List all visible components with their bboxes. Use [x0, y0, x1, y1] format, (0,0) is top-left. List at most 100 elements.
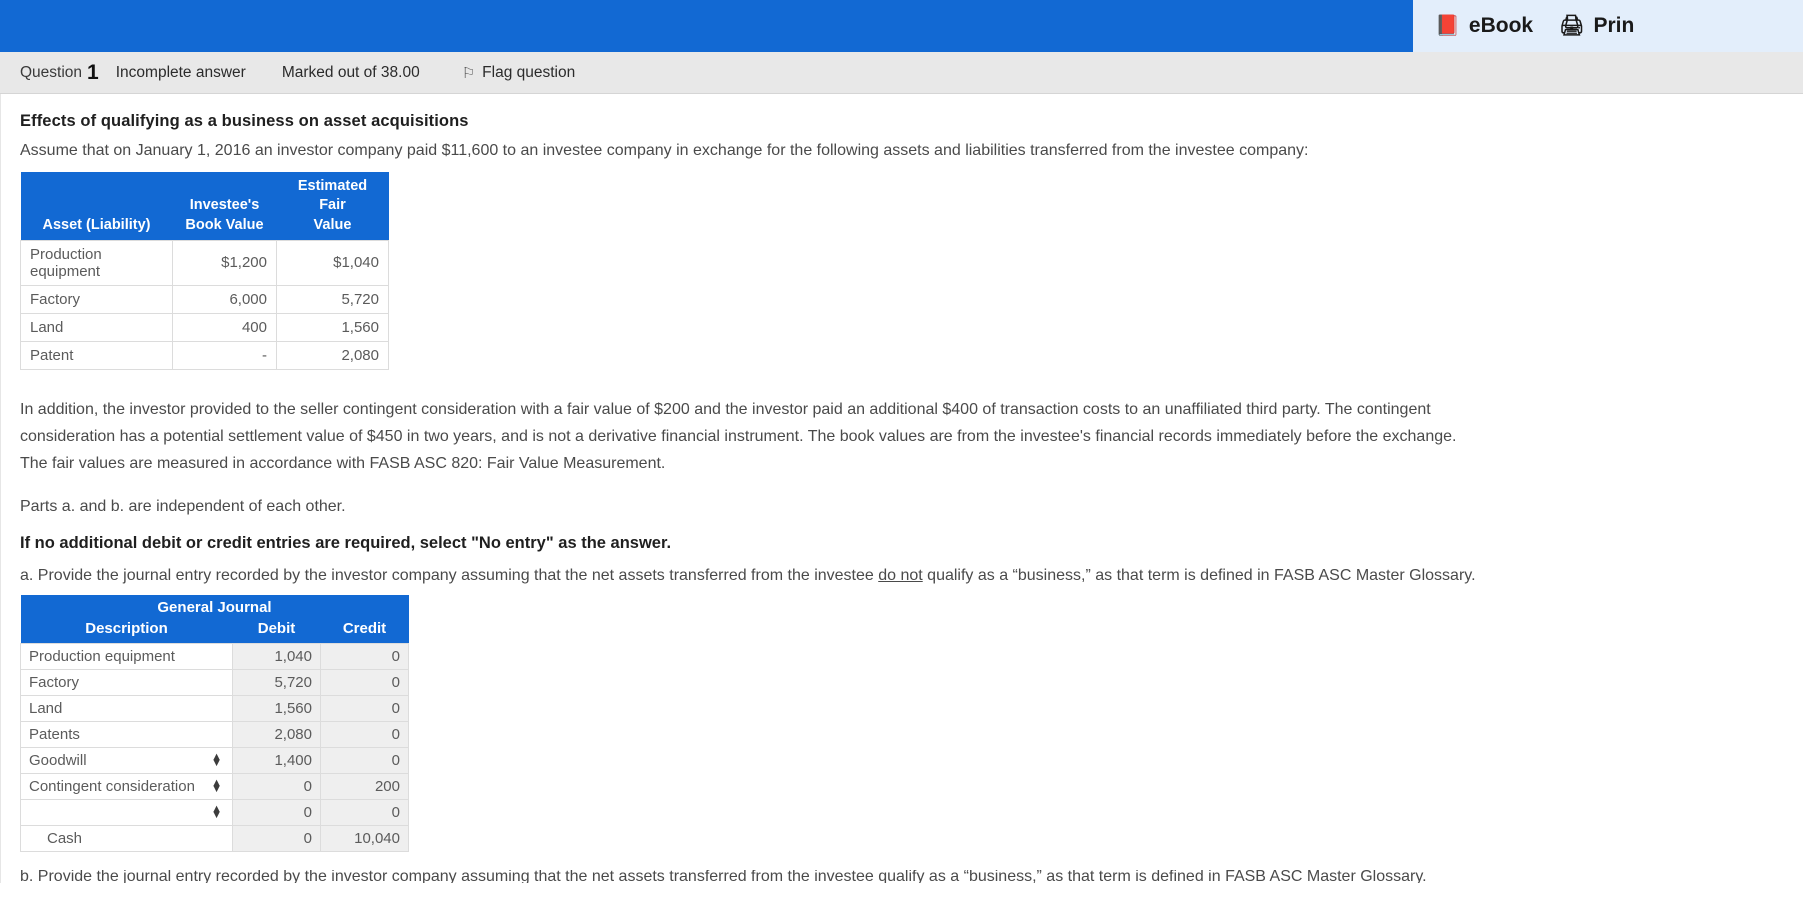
journal-description-cell: Production equipment: [20, 642, 233, 670]
journal-credit-cell[interactable]: 0: [320, 668, 409, 696]
facts-header-book-value: Investee's Book Value: [172, 172, 277, 241]
journal-debit-cell[interactable]: 2,080: [232, 720, 321, 748]
facts-header-book-value-line2: Book Value: [185, 216, 264, 233]
journal-debit-cell[interactable]: 1,400: [232, 746, 321, 774]
journal-credit-cell[interactable]: 0: [320, 746, 409, 774]
additional-info-line-3: The fair values are measured in accordan…: [20, 454, 666, 472]
journal-body: Production equipment 1,040 0 Factory 5,720 0 L…: [20, 642, 409, 852]
journal-debit-cell[interactable]: 0: [232, 824, 321, 852]
journal-credit-cell[interactable]: 200: [320, 772, 409, 800]
journal-header-description: Description: [20, 617, 233, 644]
part-a-prompt: a. Provide the journal entry recorded by…: [20, 567, 1781, 585]
additional-info-line-2: consideration has a potential settlement…: [20, 427, 1457, 445]
journal-description-cell: Land: [20, 694, 233, 722]
facts-fair-value-cell: 2,080: [276, 340, 389, 370]
journal-title-row: General Journal: [20, 594, 409, 618]
facts-fair-value-cell: 5,720: [276, 284, 389, 314]
select-updown-icon[interactable]: ▲ ▼: [211, 804, 222, 821]
table-row: ▲ ▼ 0 0: [20, 798, 409, 826]
table-row: Production equipment $1,200 $1,040: [20, 239, 389, 286]
select-updown-icon[interactable]: ▲ ▼: [211, 778, 222, 795]
journal-description-cell: Factory: [20, 668, 233, 696]
printer-icon: 🖨: [1559, 15, 1585, 37]
facts-book-value-cell: -: [172, 340, 277, 370]
journal-header-credit: Credit: [320, 617, 409, 644]
marks-label: Marked out of 38.00: [281, 63, 420, 81]
flag-icon: ⚐: [461, 64, 476, 82]
table-row: Cash 0 10,040: [20, 824, 409, 852]
additional-info-line-1: In addition, the investor provided to th…: [20, 400, 1431, 418]
table-row: Patents 2,080 0: [20, 720, 409, 748]
asset-fair-value-table: Asset (Liability) Investee's Book Value …: [20, 172, 389, 370]
facts-book-value-cell: 6,000: [172, 284, 277, 314]
facts-header-asset: Asset (Liability): [20, 172, 173, 241]
independence-note: Parts a. and b. are independent of each …: [20, 497, 346, 515]
part-a-text-post: qualify as a “business,” as that term is…: [922, 566, 1476, 584]
journal-credit-cell[interactable]: 0: [320, 798, 409, 826]
table-row: Goodwill ▲ ▼ 1,400 0: [20, 746, 409, 774]
journal-description-cell: Patents: [20, 720, 233, 748]
select-updown-icon[interactable]: ▲ ▼: [211, 752, 222, 769]
facts-body: Production equipment $1,200 $1,040 Factory 6…: [20, 239, 389, 370]
facts-asset-cell: Production equipment: [20, 239, 173, 286]
facts-asset-cell: Land: [20, 312, 173, 342]
account-select[interactable]: Contingent consideration ▲ ▼: [20, 772, 233, 800]
top-toolbar: 📕 eBook 🖨 Prin: [0, 0, 1803, 52]
journal-debit-cell[interactable]: 0: [232, 772, 321, 800]
account-select-value: Contingent consideration: [29, 777, 195, 795]
question-number: 1: [87, 60, 99, 84]
part-a-text-pre: a. Provide the journal entry recorded by…: [20, 566, 879, 584]
facts-header-fair-value: Estimated Fair Value: [276, 172, 389, 241]
flag-question-button[interactable]: ⚐ Flag question: [462, 64, 576, 82]
table-row: Land 400 1,560: [20, 312, 389, 342]
no-entry-instruction: If no additional debit or credit entries…: [20, 533, 672, 552]
journal-debit-cell[interactable]: 1,040: [232, 642, 321, 670]
facts-fair-value-cell: $1,040: [276, 239, 389, 286]
journal-credit-cell[interactable]: 0: [320, 720, 409, 748]
table-row: Patent -2,080: [20, 340, 389, 370]
journal-credit-cell[interactable]: 0: [320, 694, 409, 722]
journal-header-row: Description Debit Credit: [20, 617, 409, 644]
print-label: Prin: [1593, 14, 1635, 37]
table-row: Factory 6,000 5,720: [20, 284, 389, 314]
account-select[interactable]: Goodwill ▲ ▼: [20, 746, 233, 774]
question-status-bar: Question 1 Incomplete answer Marked out …: [0, 52, 1803, 94]
journal-credit-cell[interactable]: 10,040: [320, 824, 409, 852]
part-a-emphasis: do not: [878, 566, 923, 584]
table-row: Contingent consideration ▲ ▼ 0 200: [20, 772, 409, 800]
facts-header-fair-value-line2: Value: [313, 216, 352, 233]
table-row: Land 1,560 0: [20, 694, 409, 722]
intro-paragraph: Assume that on January 1, 2016 an invest…: [20, 142, 1309, 159]
account-select[interactable]: ▲ ▼: [20, 798, 233, 826]
page-title: Effects of qualifying as a business on a…: [20, 112, 469, 130]
journal-description-cell: Cash: [20, 824, 233, 852]
print-button[interactable]: 🖨 Prin: [1559, 14, 1660, 38]
facts-asset-cell: Factory: [20, 284, 173, 314]
table-row: Factory 5,720 0: [20, 668, 409, 696]
question-word: Question: [20, 63, 83, 81]
journal-debit-cell[interactable]: 0: [232, 798, 321, 826]
facts-asset-cell: Patent: [20, 340, 173, 370]
page-root: 📕 eBook 🖨 Prin Question 1 Incomplete ans…: [0, 0, 1803, 909]
book-icon: 📕: [1435, 15, 1460, 37]
account-select-value: Goodwill: [29, 751, 87, 769]
facts-book-value-cell: $1,200: [172, 239, 277, 286]
question-content: Effects of qualifying as a business on a…: [0, 94, 1803, 883]
facts-book-value-cell: 400: [172, 312, 277, 342]
general-journal-table: General Journal Description Debit Credit…: [20, 594, 409, 852]
journal-debit-cell[interactable]: 1,560: [232, 694, 321, 722]
facts-fair-value-cell: 1,560: [276, 312, 389, 342]
facts-header-row: Asset (Liability) Investee's Book Value …: [20, 172, 389, 241]
table-row: Production equipment 1,040 0: [20, 642, 409, 670]
journal-header-debit: Debit: [232, 617, 321, 644]
journal-credit-cell[interactable]: 0: [320, 642, 409, 670]
ebook-button[interactable]: 📕 eBook: [1435, 14, 1559, 38]
journal-debit-cell[interactable]: 5,720: [232, 668, 321, 696]
part-b-prompt-truncated: b. Provide the journal entry recorded by…: [20, 869, 1427, 883]
facts-header-book-value-line1: Investee's: [189, 197, 260, 214]
facts-header-fair-value-line1: Estimated Fair: [297, 178, 368, 214]
answer-state: Incomplete answer: [115, 63, 246, 81]
journal-title: General Journal: [20, 594, 409, 618]
flag-question-label: Flag question: [482, 63, 576, 81]
toolbar-actions: 📕 eBook 🖨 Prin: [1413, 0, 1803, 52]
